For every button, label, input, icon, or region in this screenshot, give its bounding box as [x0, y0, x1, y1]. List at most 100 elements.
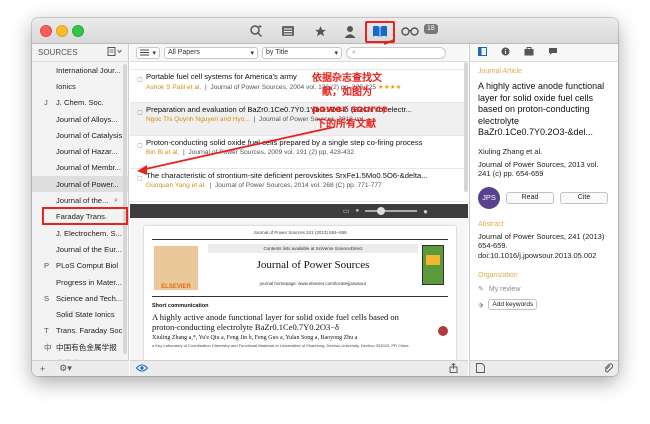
sidebar-item-label: Journal of Power...: [56, 179, 119, 189]
sidebar-item[interactable]: P PLoS Comput Biol: [32, 258, 128, 274]
papers-scrollbar[interactable]: [464, 62, 468, 192]
table-row[interactable]: ▢ Proton-conducting solid oxide fuel cell…: [130, 136, 468, 169]
sidebar-item-label: International Jour...: [56, 65, 121, 75]
crossmark-icon[interactable]: [438, 326, 448, 336]
sidebar-item-label: J. Chem. Soc.: [56, 98, 104, 108]
cite-button[interactable]: Cite: [560, 191, 608, 204]
search-plus-icon[interactable]: [246, 22, 266, 40]
star-icon[interactable]: [310, 22, 330, 40]
zoom-out-icon[interactable]: ●: [356, 208, 360, 214]
table-row[interactable]: ▢ The characteristic of strontium-site de…: [130, 169, 468, 202]
paper-meta: Ashok S Patil et al. | Journal of Power …: [146, 84, 402, 91]
tab-files[interactable]: [524, 47, 534, 58]
sidebar-item[interactable]: Solid State Ionics: [32, 306, 128, 322]
filter-value: All Papers: [168, 49, 200, 56]
search-icon[interactable]: ⌕: [114, 197, 118, 205]
item-authors[interactable]: Xiuling Zhang et al.: [478, 147, 610, 156]
sidebar-item[interactable]: T Trans. Faraday Soc.: [32, 323, 128, 339]
view-options-button[interactable]: ▾: [136, 46, 160, 59]
sidebar-menu-icon[interactable]: [107, 47, 123, 58]
filter-select[interactable]: All Papers ▾: [164, 46, 258, 59]
paper-title: Preparation and evaluation of BaZr0.1Ce0…: [146, 105, 412, 114]
add-icon[interactable]: +: [40, 364, 45, 374]
sidebar-item-label: Trans. Faraday Soc.: [56, 326, 125, 336]
sidebar-item[interactable]: Progress in Mater...: [32, 274, 128, 290]
paper-meta: Ngoc Thi Quynh Nguyen and Hyo... | Journ…: [146, 116, 369, 123]
title-bar: 18: [32, 18, 618, 44]
reading-count-badge: 18: [424, 24, 438, 34]
share-icon[interactable]: [449, 362, 458, 375]
eye-icon[interactable]: [135, 364, 149, 374]
abstract-text[interactable]: Journal of Power Sources, 241 (2013) 654…: [478, 232, 610, 261]
zoom-in-icon[interactable]: ●: [423, 207, 428, 216]
close-window-button[interactable]: [40, 25, 52, 37]
pdf-viewer[interactable]: Journal of Power Sources 241 (2013) 654–…: [130, 218, 468, 376]
attachment-icon[interactable]: [603, 362, 614, 375]
item-journal[interactable]: Journal of Power Sources, 2013 vol. 241 …: [478, 160, 610, 179]
sidebar-item-label: Journal of Hazar...: [56, 147, 118, 157]
sources-sidebar: SOURCES International Jour... Ionics J J. C…: [32, 44, 129, 376]
sidebar-item-label: Journal of the Eur...: [56, 244, 122, 254]
sidebar-item[interactable]: J. Electrochem. S...: [32, 225, 128, 241]
zoom-window-button[interactable]: [72, 25, 84, 37]
page-icon[interactable]: ▭: [343, 207, 350, 215]
new-note-icon[interactable]: [476, 362, 485, 375]
sidebar-item[interactable]: S Science and Tech...: [32, 290, 128, 306]
sidebar-item[interactable]: Journal of Alloys...: [32, 111, 128, 127]
table-row[interactable]: ▢ Preparation and evaluation of BaZr0.1Ce…: [130, 103, 468, 136]
rating-stars[interactable]: ★★★★: [378, 84, 402, 91]
zoom-slider-handle[interactable]: [377, 207, 386, 215]
sidebar-item[interactable]: International Jour...: [32, 62, 128, 78]
sidebar-item[interactable]: J J. Chem. Soc.: [32, 95, 128, 111]
sidebar-item[interactable]: Journal of the Eur...: [32, 241, 128, 257]
paper-title: The characteristic of strontium-site def…: [146, 171, 428, 180]
tab-comments[interactable]: [548, 47, 558, 58]
tab-info[interactable]: [501, 47, 510, 58]
table-row[interactable]: ▢ Portable fuel cell systems for America'…: [130, 70, 468, 103]
unread-dot-icon: ▢: [137, 143, 143, 149]
sidebar-item[interactable]: Journal of Membr...: [32, 160, 128, 176]
sidebar-item[interactable]: 中中国有色金属学报: [32, 339, 128, 355]
sidebar-item[interactable]: Journal of Hazar...: [32, 143, 128, 159]
journal-avatar: JPS: [478, 186, 500, 209]
pdf-masthead: ELSEVIER Contents lists available at Sci…: [152, 239, 448, 297]
sidebar-item-label: Progress in Mater...: [56, 277, 122, 287]
list-icon[interactable]: [278, 22, 298, 40]
sort-select[interactable]: by Title ▾: [262, 46, 342, 59]
sidebar-title: SOURCES: [38, 48, 78, 57]
review-row[interactable]: ✎ My review: [478, 285, 610, 294]
sidebar-item-label: Solid State Ionics: [56, 310, 115, 320]
minimize-window-button[interactable]: [56, 25, 68, 37]
article-title: A highly active anode functional layer f…: [152, 312, 399, 332]
glasses-icon[interactable]: [400, 22, 420, 40]
add-keywords-button[interactable]: Add keywords: [488, 299, 538, 310]
paper-authors: Ngoc Thi Quynh Nguyen and Hyo...: [146, 116, 250, 123]
article-authors: Xiuling Zhang a,*, Yu'e Qiu a, Feng Jin …: [152, 335, 358, 341]
search-input[interactable]: ⌕: [346, 46, 446, 59]
sidebar-item[interactable]: Ionics: [32, 78, 128, 94]
zoom-slider[interactable]: [365, 207, 418, 215]
user-icon[interactable]: [340, 22, 360, 40]
paper-title: Portable fuel cell systems for America's…: [146, 72, 297, 81]
article-affiliation: a Key Laboratory of Coordination Chemist…: [152, 343, 409, 348]
paper-authors: Guoquan Yang et al.: [146, 182, 206, 189]
pdf-journal-block: Contents lists available at SciVerse Sci…: [208, 244, 418, 286]
annotation-line-1: 依据杂志查找文: [312, 73, 382, 84]
paper-meta: Guoquan Yang et al. | Journal of Power S…: [146, 182, 382, 189]
annotation-line-4: 下的所有文献: [316, 119, 376, 130]
gear-icon[interactable]: ⚙▾: [59, 363, 72, 374]
sidebar-item[interactable]: Journal of Power...: [32, 176, 128, 193]
sidebar-item[interactable]: Journal of Catalysis: [32, 127, 128, 143]
item-title[interactable]: A highly active anode functional layer f…: [478, 81, 610, 139]
sidebar-item-label: Journal of Catalysis: [56, 130, 123, 140]
search-icon: ⌕: [352, 48, 356, 56]
organization-heading: Organization: [478, 272, 518, 279]
detail-footer: [470, 360, 618, 376]
tab-summary[interactable]: [478, 47, 487, 58]
table-row[interactable]: [130, 62, 468, 70]
read-button[interactable]: Read: [506, 191, 554, 204]
keywords-row[interactable]: ⬗ Add keywords: [478, 299, 610, 310]
book-icon-highlight: [365, 21, 395, 43]
sidebar-footer: + ⚙▾: [32, 360, 129, 376]
review-field[interactable]: My review: [489, 286, 521, 293]
